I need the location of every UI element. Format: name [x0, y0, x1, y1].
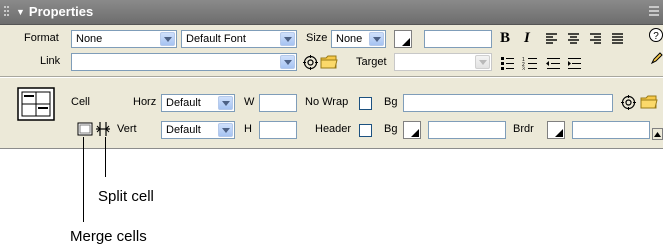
svg-text:?: ? — [653, 31, 659, 42]
panel-title[interactable]: ▼ Properties — [16, 4, 93, 19]
panel-titlebar[interactable]: ▼ Properties — [0, 0, 663, 25]
options-menu-icon[interactable] — [649, 6, 659, 18]
format-select[interactable]: None — [71, 30, 177, 48]
horz-select[interactable]: Default — [161, 94, 235, 112]
size-select[interactable]: None — [331, 30, 386, 48]
split-cell-callout: Split cell — [98, 188, 154, 205]
border-color-swatch[interactable] — [547, 121, 565, 139]
chevron-down-icon[interactable] — [369, 32, 384, 46]
bg-color-swatch[interactable] — [403, 121, 421, 139]
target-label: Target — [356, 56, 387, 68]
format-label: Format — [24, 32, 59, 44]
chevron-down-icon[interactable] — [475, 55, 490, 69]
nowrap-label: No Wrap — [305, 96, 349, 108]
link-label: Link — [40, 55, 61, 67]
point-to-file-icon[interactable] — [621, 95, 636, 110]
vert-label: Vert — [117, 123, 137, 135]
alignment-icons — [546, 33, 623, 44]
browse-folder-icon[interactable] — [320, 55, 338, 69]
header-checkbox[interactable] — [359, 124, 372, 137]
chevron-down-icon[interactable] — [160, 32, 175, 46]
merge-cells-callout: Merge cells — [70, 228, 147, 245]
w-label: W — [244, 96, 255, 108]
merge-cells-leader-line — [83, 137, 84, 222]
font-select[interactable]: Default Font — [181, 30, 297, 48]
indent-icon[interactable] — [568, 58, 581, 69]
nowrap-checkbox[interactable] — [359, 97, 372, 110]
help-icon[interactable]: ? — [649, 27, 663, 43]
brdr-label: Brdr — [513, 123, 534, 135]
bg-color-field[interactable] — [428, 121, 506, 139]
split-cell-leader-line — [105, 137, 106, 177]
bg-color-label: Bg — [384, 123, 398, 135]
chevron-down-icon[interactable] — [218, 96, 233, 110]
browse-folder-icon[interactable] — [640, 95, 658, 109]
gripper-icon[interactable] — [4, 6, 10, 18]
link-select[interactable] — [71, 53, 297, 71]
collapse-panel-icon[interactable] — [652, 128, 663, 140]
target-select[interactable] — [394, 53, 492, 71]
divider-highlight — [0, 77, 663, 78]
header-label: Header — [315, 123, 352, 135]
cell-label: Cell — [71, 96, 90, 108]
bg-image-label: Bg — [384, 96, 398, 108]
text-color-field[interactable] — [424, 30, 492, 48]
properties-panel: ▼ Properties Format None Default Font Siz… — [0, 0, 663, 149]
table-cell-icon — [17, 87, 55, 121]
size-label: Size — [306, 32, 328, 44]
height-field[interactable] — [259, 121, 297, 139]
edit-pencil-icon[interactable] — [650, 51, 663, 65]
align-right-icon[interactable] — [590, 33, 601, 44]
align-justify-icon[interactable] — [612, 33, 623, 44]
italic-button[interactable]: I — [524, 30, 530, 47]
border-color-field[interactable] — [572, 121, 650, 139]
svg-text:3: 3 — [522, 67, 525, 71]
list-indent-icons: 1 2 3 — [501, 57, 581, 70]
chevron-down-icon[interactable] — [218, 123, 233, 137]
bold-button[interactable]: B — [500, 30, 510, 47]
point-to-file-icon[interactable] — [303, 55, 318, 70]
split-cell-icon[interactable] — [95, 121, 111, 137]
unordered-list-icon[interactable] — [501, 57, 514, 70]
horz-label: Horz — [133, 96, 157, 108]
collapse-triangle-icon[interactable]: ▼ — [16, 7, 25, 17]
chevron-down-icon[interactable] — [280, 32, 295, 46]
bg-image-field[interactable] — [403, 94, 613, 112]
align-center-icon[interactable] — [568, 33, 579, 44]
align-left-icon[interactable] — [546, 33, 557, 44]
width-field[interactable] — [259, 94, 297, 112]
ordered-list-icon[interactable]: 1 2 3 — [522, 57, 537, 70]
text-color-swatch[interactable] — [394, 30, 412, 48]
h-label: H — [244, 123, 252, 135]
merge-cells-icon[interactable] — [77, 122, 93, 136]
vert-select[interactable]: Default — [161, 121, 235, 139]
chevron-down-icon[interactable] — [280, 55, 295, 69]
outdent-icon[interactable] — [546, 58, 560, 69]
